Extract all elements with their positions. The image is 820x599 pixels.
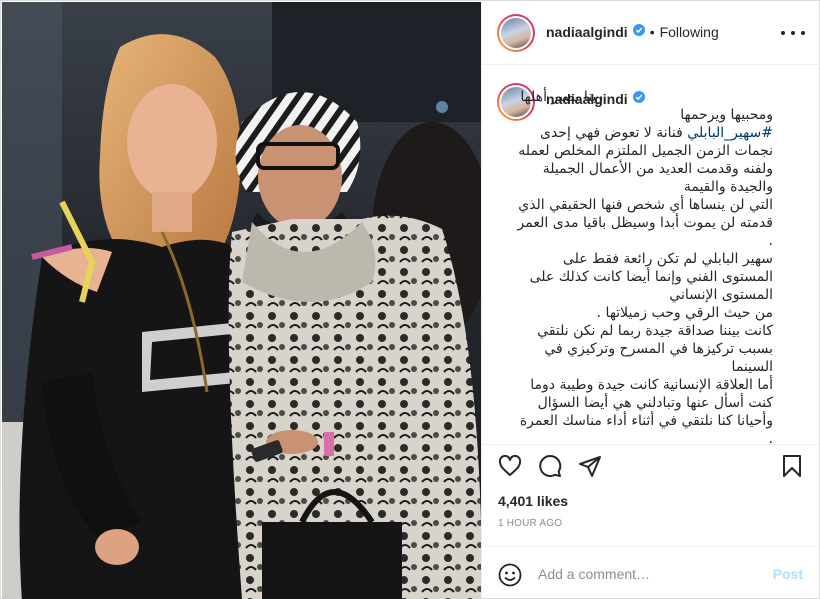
hashtag-link[interactable]: #سهير_البابلي	[687, 125, 773, 141]
verified-badge-icon	[632, 23, 645, 41]
post-comment-button[interactable]: Post	[773, 566, 803, 582]
action-bar	[482, 444, 820, 484]
comment-bar: Post	[482, 546, 820, 599]
post-timestamp[interactable]: 1 HOUR AGO	[498, 518, 562, 529]
post-photo[interactable]	[2, 2, 481, 599]
caption-text-start: ربنا يصبر أهلها ومحبيها ويرحمها	[520, 89, 773, 123]
avatar[interactable]	[497, 14, 535, 52]
header-username[interactable]: nadiaalgindi	[546, 24, 628, 40]
emoji-icon[interactable]	[498, 563, 522, 587]
like-count[interactable]: 4,401 likes	[498, 493, 568, 509]
avatar-image	[501, 18, 531, 48]
instagram-post: nadiaalgindi • Following nadiaalgindi رب…	[0, 0, 820, 599]
photo-illustration	[2, 2, 481, 599]
post-side-panel: nadiaalgindi • Following nadiaalgindi رب…	[481, 1, 820, 599]
following-button[interactable]: Following	[660, 24, 719, 40]
caption-text-body: فنانة لا تعوض فهي إحدى نجمات الزمن الجمي…	[517, 125, 773, 444]
post-header: nadiaalgindi • Following	[482, 1, 820, 65]
bookmark-icon[interactable]	[780, 454, 804, 478]
comment-input[interactable]	[538, 561, 758, 587]
header-separator: •	[649, 24, 655, 40]
caption-section: nadiaalgindi ربنا يصبر أهلها ومحبيها وير…	[482, 66, 820, 444]
heart-icon[interactable]	[498, 454, 522, 478]
header-user-row: nadiaalgindi • Following	[546, 23, 719, 41]
caption-text: ربنا يصبر أهلها ومحبيها ويرحمها #سهير_ال…	[511, 88, 773, 444]
more-horizontal-icon[interactable]	[781, 23, 805, 43]
comment-icon[interactable]	[538, 454, 562, 478]
share-icon[interactable]	[578, 454, 602, 478]
